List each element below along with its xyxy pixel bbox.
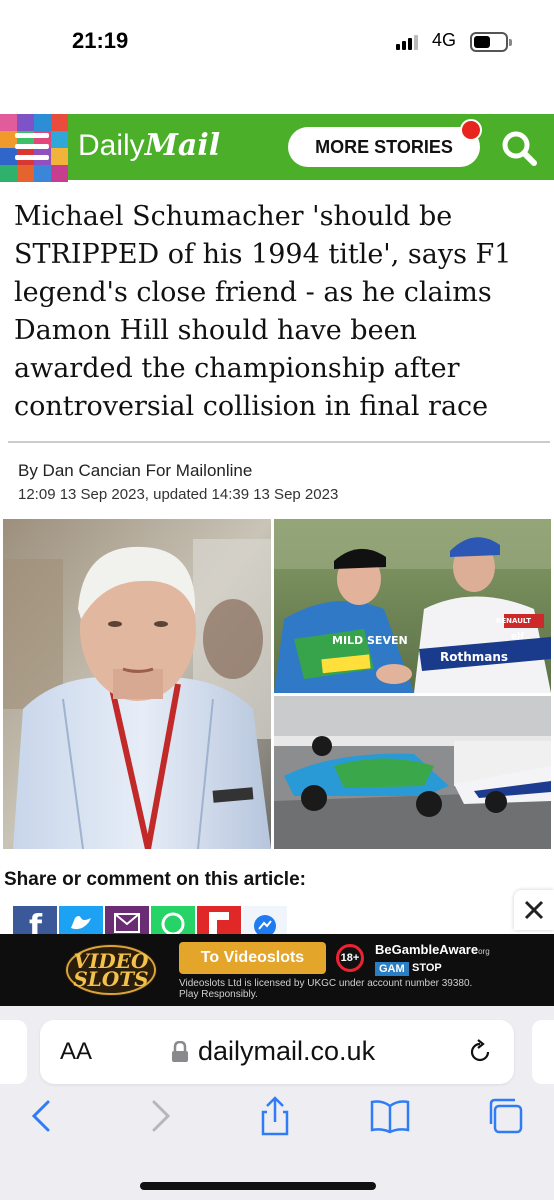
status-bar: 21:19 4G [0,0,554,84]
more-stories-button[interactable]: MORE STORIES [288,127,480,167]
browser-bottom-bar: AA dailymail.co.uk [0,1006,554,1200]
svg-text:f: f [29,909,43,936]
article-dates: 12:09 13 Sep 2023, updated 14:39 13 Sep … [18,486,339,503]
age-badge: 18+ [336,944,364,972]
gamstop-stop: STOP [412,962,442,974]
network-type: 4G [432,30,457,50]
back-icon[interactable] [22,1096,62,1136]
address-bar[interactable]: AA dailymail.co.uk [40,1020,514,1084]
reader-options-button[interactable]: AA [60,1038,92,1066]
ad-banner[interactable]: VIDEO SLOTS To Videoslots 18+ BeGambleAw… [0,934,554,1006]
messenger-icon[interactable] [243,906,287,936]
bookmarks-icon[interactable] [370,1096,410,1136]
whatsapp-icon[interactable] [151,906,195,936]
handshake-sign-elf: elf [511,632,524,642]
signal-icon [396,34,422,50]
article-byline[interactable]: By Dan Cancian For Mailonline [18,461,252,481]
f1-legend-portrait-image[interactable] [3,519,271,849]
divider [8,441,550,443]
tabs-icon[interactable] [485,1096,525,1136]
notification-dot [460,119,482,141]
reload-icon[interactable] [466,1038,494,1066]
status-time: 21:19 [72,28,129,53]
facebook-icon[interactable]: f [13,906,57,936]
next-tab-preview[interactable] [532,1020,554,1084]
videoslots-logo-text: VIDEO SLOTS [73,949,149,991]
videoslots-logo[interactable]: VIDEO SLOTS [62,940,160,1000]
ad-cta-button[interactable]: To Videoslots [179,942,326,974]
handshake-sign-mild-seven: MILD SEVEN [332,634,408,647]
share-heading: Share or comment on this article: [4,869,306,890]
collision-image[interactable] [274,696,551,849]
begambleaware-suffix: org [478,947,490,956]
share-icons: f [13,906,287,936]
url-text[interactable]: dailymail.co.uk [198,1036,375,1067]
home-indicator [140,1182,376,1190]
previous-tab-preview[interactable] [0,1020,27,1084]
daily-mail-logo[interactable]: DailyMail [78,128,220,163]
flipboard-icon[interactable] [197,906,241,936]
close-ad-button[interactable] [514,890,554,930]
logo-mail: Mail [144,128,221,163]
email-icon[interactable] [105,906,149,936]
site-header: DailyMail MORE STORIES [0,114,554,182]
close-icon [524,900,544,920]
battery-icon [470,32,512,52]
search-icon[interactable] [500,129,538,167]
lock-icon [172,1041,188,1062]
share-icon[interactable] [255,1096,295,1136]
handshake-sign-renault: RENAULT [496,617,531,625]
schumacher-hill-handshake-image[interactable]: MILD SEVEN Rothmans RENAULT elf [274,519,551,693]
logo-daily: Daily [78,129,145,162]
handshake-sign-rothmans: Rothmans [440,650,508,664]
article-headline: Michael Schumacher 'should be STRIPPED o… [14,201,512,422]
forward-icon[interactable] [140,1096,180,1136]
begambleaware-label: BeGambleAware [375,942,479,957]
ad-license-text: Videoslots Ltd is licensed by UKGC under… [179,978,473,1000]
browser-toolbar [0,1096,554,1146]
begambleaware-text: BeGambleAwareorg [375,942,490,957]
twitter-icon[interactable] [59,906,103,936]
gamstop-gam: GAM [375,962,409,976]
hamburger-icon[interactable] [15,133,49,161]
